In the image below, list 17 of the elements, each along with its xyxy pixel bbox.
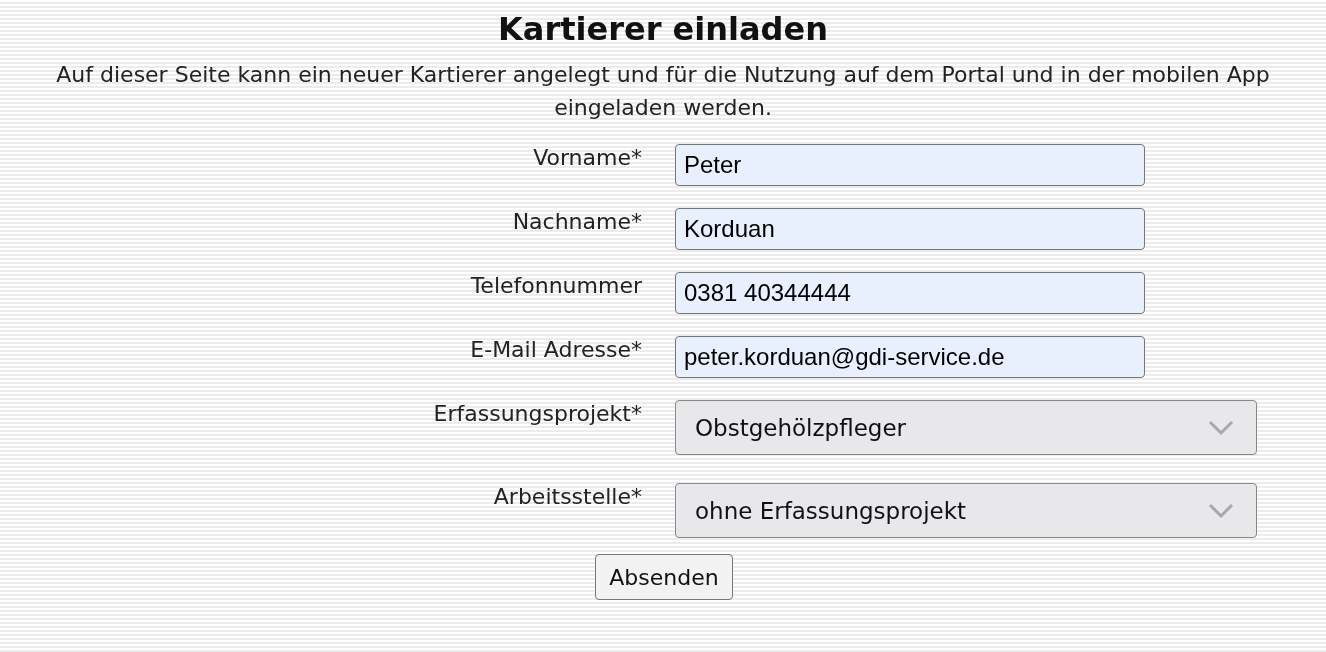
input-field[interactable]: 0381 40344444 bbox=[675, 272, 1145, 314]
page-description: Auf dieser Seite kann ein neuer Kartierer angelegt und für die Nutzung auf dem Portal und in der mobilen App eingeladen werden. bbox=[55, 61, 1271, 122]
field-label: Erfassungsprojekt* bbox=[433, 401, 642, 426]
chevron-down-icon bbox=[1208, 502, 1234, 519]
field-label: Telefonnummer bbox=[470, 273, 642, 298]
field-label: E-Mail Adresse* bbox=[470, 337, 642, 362]
input-field[interactable]: Korduan bbox=[675, 208, 1145, 250]
field-label: Arbeitsstelle* bbox=[493, 484, 642, 509]
dropdown[interactable]: Obstgehölzpfleger bbox=[675, 400, 1257, 455]
chevron-down-icon bbox=[1208, 419, 1234, 436]
input-field[interactable]: Peter bbox=[675, 144, 1145, 186]
field-label: Vorname* bbox=[533, 145, 642, 170]
dropdown[interactable]: ohne Erfassungsprojekt bbox=[675, 483, 1257, 538]
field-label: Nachname* bbox=[512, 209, 642, 234]
page-title: Kartierer einladen bbox=[498, 10, 828, 48]
submit-button[interactable]: Absenden bbox=[595, 554, 733, 600]
input-field[interactable]: peter.korduan@gdi-service.de bbox=[675, 336, 1145, 378]
